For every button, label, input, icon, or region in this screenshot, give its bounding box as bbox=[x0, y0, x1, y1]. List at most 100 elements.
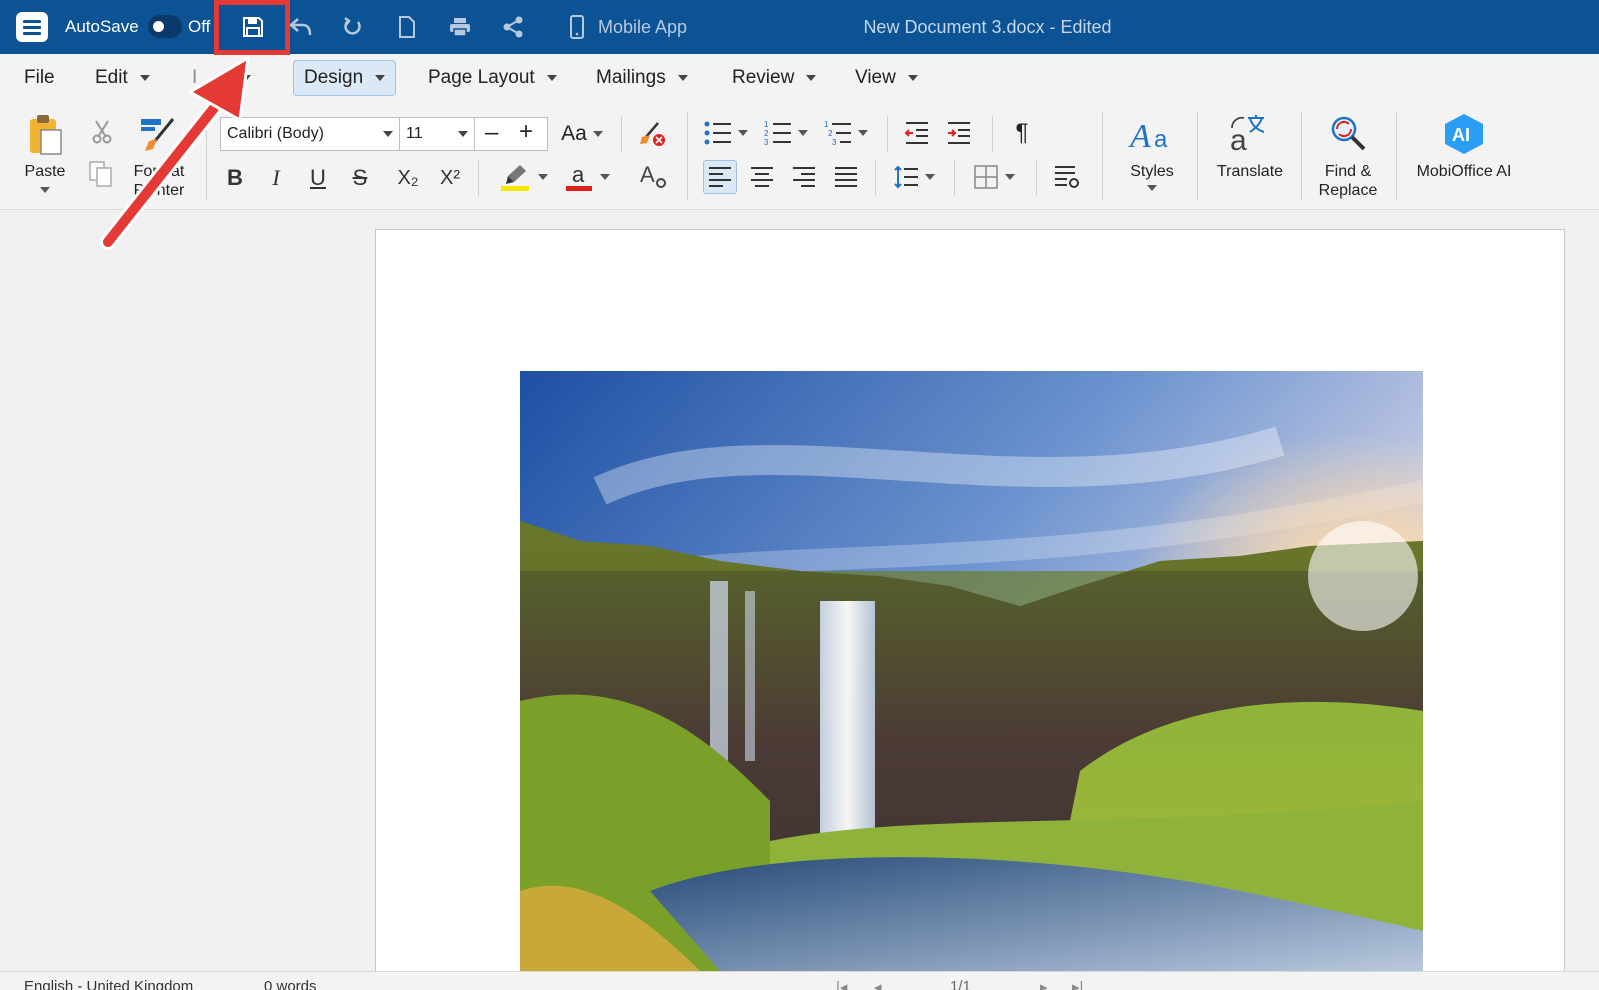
chevron-down-icon bbox=[858, 130, 868, 136]
clear-formatting-icon bbox=[640, 122, 665, 146]
phone-icon bbox=[570, 15, 584, 39]
increase-font-size-button[interactable]: + bbox=[519, 118, 533, 146]
menu-mailings[interactable]: Mailings bbox=[586, 60, 698, 96]
document-workspace[interactable] bbox=[0, 211, 1599, 989]
format-painter-button[interactable] bbox=[138, 114, 178, 154]
chevron-down-icon bbox=[806, 75, 817, 81]
decrease-indent-button[interactable] bbox=[900, 116, 934, 150]
copy-button[interactable] bbox=[86, 158, 116, 190]
undo-icon bbox=[289, 18, 312, 36]
ai-hexagon-icon: AI bbox=[1445, 114, 1483, 154]
align-center-button[interactable] bbox=[745, 160, 779, 194]
autosave-toggle[interactable] bbox=[148, 15, 182, 38]
save-button-highlight bbox=[214, 0, 290, 55]
strikethrough-button[interactable]: S bbox=[344, 162, 376, 194]
align-left-button[interactable] bbox=[703, 160, 737, 194]
share-button[interactable] bbox=[496, 0, 530, 54]
ribbon-separator bbox=[1396, 112, 1397, 200]
last-page-icon[interactable]: ▸| bbox=[1072, 978, 1083, 990]
waterfall-landscape-image bbox=[520, 371, 1423, 971]
find-replace-label: Find & Replace bbox=[1318, 163, 1378, 199]
menu-file[interactable]: File bbox=[14, 60, 65, 96]
find-replace-button[interactable] bbox=[1325, 110, 1371, 158]
chevron-down-icon bbox=[546, 75, 557, 81]
underline-button[interactable]: U bbox=[302, 162, 334, 194]
mobile-app-label[interactable]: Mobile App bbox=[598, 0, 687, 54]
highlight-color-button[interactable] bbox=[494, 160, 554, 194]
chevron-down-icon bbox=[677, 75, 688, 81]
borders-icon bbox=[974, 165, 998, 189]
multilevel-list-button[interactable]: 1 2 3 bbox=[820, 116, 872, 150]
document-page[interactable] bbox=[375, 229, 1565, 989]
svg-text:1: 1 bbox=[764, 120, 769, 129]
styles-dropdown[interactable] bbox=[1145, 184, 1159, 192]
svg-text:AI: AI bbox=[1452, 125, 1470, 145]
inserted-image[interactable] bbox=[520, 371, 1423, 971]
font-color-icon: a bbox=[566, 162, 592, 191]
font-color-button[interactable]: a bbox=[560, 160, 614, 194]
paragraph-settings-button[interactable] bbox=[1050, 160, 1084, 194]
font-size-select[interactable]: 11 bbox=[399, 117, 475, 151]
multilevel-list-icon: 1 2 3 bbox=[824, 120, 851, 147]
copy-icon bbox=[89, 161, 112, 187]
menu-design[interactable]: Design bbox=[293, 60, 397, 96]
align-right-icon bbox=[793, 167, 815, 187]
first-page-icon[interactable]: |◂ bbox=[836, 978, 847, 990]
line-spacing-button[interactable] bbox=[888, 160, 940, 194]
app-menu-button[interactable] bbox=[16, 12, 48, 42]
menu-view[interactable]: View bbox=[845, 60, 928, 96]
styles-button[interactable]: A a bbox=[1124, 112, 1180, 158]
menu-page-layout[interactable]: Page Layout bbox=[418, 60, 567, 96]
show-formatting-marks-button[interactable]: ¶ bbox=[1005, 116, 1039, 150]
bullets-button[interactable] bbox=[700, 116, 752, 150]
svg-text:a: a bbox=[1154, 126, 1168, 153]
menu-file-label: File bbox=[24, 67, 55, 88]
decrease-font-size-button[interactable]: – bbox=[485, 119, 498, 147]
clipboard-icon bbox=[30, 115, 62, 155]
svg-text:A: A bbox=[1128, 118, 1151, 155]
mobile-app-button[interactable] bbox=[560, 0, 594, 54]
numbering-button[interactable]: 1 2 3 bbox=[760, 116, 812, 150]
text-effects-button[interactable]: A bbox=[638, 160, 670, 192]
svg-text:2: 2 bbox=[764, 129, 769, 138]
next-page-icon[interactable]: ▸ bbox=[1040, 978, 1048, 990]
paste-dropdown[interactable] bbox=[38, 186, 52, 194]
font-name-select[interactable]: Calibri (Body) bbox=[220, 117, 400, 151]
translate-icon: a bbox=[1230, 115, 1265, 156]
superscript-button[interactable]: X² bbox=[430, 162, 470, 194]
increase-indent-button[interactable] bbox=[942, 116, 976, 150]
subscript-button[interactable]: X₂ bbox=[388, 162, 428, 194]
menu-review[interactable]: Review bbox=[722, 60, 826, 96]
borders-button[interactable] bbox=[968, 160, 1020, 194]
svg-text:a: a bbox=[1230, 124, 1247, 156]
bold-button[interactable]: B bbox=[219, 162, 251, 194]
italic-button[interactable]: I bbox=[260, 162, 292, 194]
font-size-value: 11 bbox=[406, 125, 423, 142]
language-indicator[interactable]: English - United Kingdom bbox=[24, 978, 193, 990]
align-right-button[interactable] bbox=[787, 160, 821, 194]
menu-edit[interactable]: Edit bbox=[85, 60, 160, 96]
prev-page-icon[interactable]: ◂ bbox=[874, 978, 882, 990]
change-case-button[interactable]: Aa bbox=[556, 118, 608, 150]
justify-button[interactable] bbox=[829, 160, 863, 194]
new-document-button[interactable] bbox=[390, 0, 424, 54]
ribbon-separator bbox=[875, 160, 876, 196]
clear-formatting-button[interactable] bbox=[636, 118, 668, 150]
bullet-list-icon bbox=[704, 121, 731, 145]
word-count: 0 words bbox=[264, 978, 317, 990]
paste-button[interactable] bbox=[24, 112, 66, 158]
translate-button[interactable]: a bbox=[1225, 110, 1271, 158]
status-bar: English - United Kingdom 0 words |◂ ◂ 1/… bbox=[0, 971, 1599, 990]
mobioffice-ai-label: MobiOffice AI bbox=[1416, 163, 1512, 180]
redo-button[interactable] bbox=[336, 0, 370, 54]
cut-button[interactable] bbox=[88, 118, 116, 146]
line-spacing-icon bbox=[894, 165, 918, 189]
mobioffice-ai-button[interactable]: AI bbox=[1440, 110, 1488, 158]
chevron-down-icon bbox=[907, 75, 918, 81]
print-button[interactable] bbox=[443, 0, 477, 54]
chevron-down-icon bbox=[139, 75, 150, 81]
font-size-stepper[interactable]: – + bbox=[474, 117, 548, 151]
text-effects-icon: A bbox=[640, 163, 666, 188]
menu-review-label: Review bbox=[732, 67, 795, 88]
menu-insert[interactable]: I bbox=[182, 60, 261, 96]
